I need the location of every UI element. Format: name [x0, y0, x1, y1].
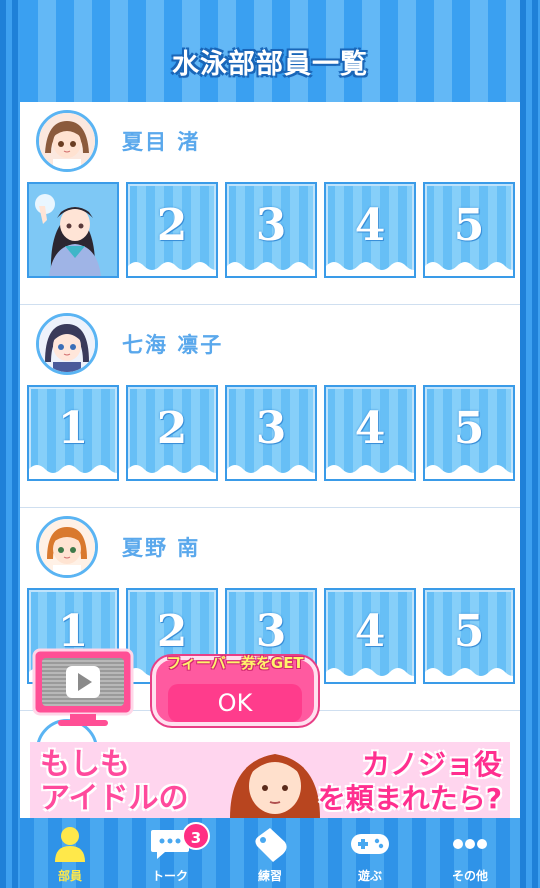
card-5[interactable]: 5: [423, 588, 515, 684]
video-tv-icon[interactable]: [30, 648, 136, 728]
nav-talk-label: トーク: [151, 869, 188, 883]
wave-decoration: [425, 262, 513, 276]
ad-left-line2: アイドルの: [40, 781, 189, 816]
nav-practice-label: 練習: [257, 869, 282, 883]
card-row: 1 2 3 4 5: [27, 385, 515, 481]
card-5[interactable]: 5: [423, 182, 515, 278]
nav-play-label: 遊ぶ: [357, 869, 382, 883]
more-icon: [453, 839, 487, 849]
member-row: 夏目 渚 2 3 4 5: [20, 102, 520, 305]
wave-decoration: [326, 465, 414, 479]
wave-decoration: [227, 262, 315, 276]
card-number: 5: [453, 403, 485, 454]
card-number: 5: [453, 200, 485, 251]
nav-member[interactable]: 部員: [20, 818, 120, 888]
ad-banner[interactable]: もしも アイドルの カノジョ役 を頼まれたら?: [30, 742, 510, 818]
nav-more-label: その他: [451, 869, 488, 883]
card-4[interactable]: 4: [324, 182, 416, 278]
promo-bubble[interactable]: フィーバー券をGET OK: [152, 654, 318, 726]
avatar-girl-orange-hair: [39, 519, 95, 575]
member-name: 夏野 南: [122, 536, 201, 560]
nav-practice[interactable]: 練習: [220, 818, 320, 888]
card-1-unlocked[interactable]: [27, 182, 119, 278]
card-2[interactable]: 2: [126, 385, 218, 481]
page-title: 水泳部部員一覧: [172, 48, 368, 80]
wave-decoration: [227, 465, 315, 479]
card-number: 5: [453, 606, 485, 657]
card-5[interactable]: 5: [423, 385, 515, 481]
avatar-girl-brown-hair: [39, 113, 95, 169]
avatar[interactable]: [36, 110, 98, 172]
wave-decoration: [128, 465, 216, 479]
card-number: 1: [57, 403, 89, 454]
card-3[interactable]: 3: [225, 385, 317, 481]
avatar-girl-dark-hair: [39, 316, 95, 372]
wave-decoration: [326, 668, 414, 682]
bottom-nav: 部員 3 トーク 練習 遊ぶ その他: [20, 818, 520, 888]
card-row: 2 3 4 5: [27, 182, 515, 278]
ad-character-image: [230, 754, 320, 818]
card-number: 3: [255, 403, 287, 454]
wave-decoration: [425, 668, 513, 682]
card-number: 2: [156, 200, 188, 251]
app-screen: 水泳部部員一覧 夏目 渚 2 3 4 5 七海 凛子 1 2 3 4 5 夏野 …: [0, 0, 540, 888]
card-2[interactable]: 2: [126, 182, 218, 278]
promo-ok-button[interactable]: OK: [168, 684, 302, 722]
member-row: 七海 凛子 1 2 3 4 5: [20, 305, 520, 508]
wave-decoration: [326, 262, 414, 276]
nav-talk[interactable]: 3 トーク: [120, 818, 220, 888]
nav-more[interactable]: その他: [420, 818, 520, 888]
wave-decoration: [425, 465, 513, 479]
member-name: 七海 凛子: [122, 333, 224, 357]
card-number: 4: [354, 403, 386, 454]
card-4[interactable]: 4: [324, 385, 416, 481]
card-4[interactable]: 4: [324, 588, 416, 684]
side-stripe-left: [0, 0, 20, 888]
ad-left-line1: もしも: [40, 747, 130, 782]
card-number: 4: [354, 606, 386, 657]
game-controller-icon: [351, 834, 389, 854]
side-stripe-right: [520, 0, 540, 888]
card-number: 4: [354, 200, 386, 251]
ad-right-line2: を頼まれたら?: [317, 782, 502, 815]
promo-cta-text: フィーバー券をGET: [166, 654, 304, 672]
nav-member-label: 部員: [57, 869, 82, 883]
member-icon: [55, 827, 85, 862]
nav-play[interactable]: 遊ぶ: [320, 818, 420, 888]
member-name: 夏目 渚: [122, 130, 201, 154]
ad-text-right: カノジョ役 を頼まれたら?: [318, 748, 502, 816]
card-photo-girl: [29, 184, 117, 276]
avatar[interactable]: [36, 313, 98, 375]
card-1[interactable]: 1: [27, 385, 119, 481]
talk-badge: 3: [182, 822, 210, 850]
wave-decoration: [128, 262, 216, 276]
ad-right-line1: カノジョ役: [361, 748, 502, 781]
page-header: 水泳部部員一覧: [20, 0, 520, 102]
practice-icon: [255, 828, 287, 862]
fever-ticket-promo[interactable]: フィーバー券をGET OK: [30, 648, 320, 732]
ad-text-left: もしも アイドルの: [40, 748, 189, 816]
wave-decoration: [29, 465, 117, 479]
card-number: 3: [255, 200, 287, 251]
card-number: 2: [156, 403, 188, 454]
card-3[interactable]: 3: [225, 182, 317, 278]
avatar[interactable]: [36, 516, 98, 578]
